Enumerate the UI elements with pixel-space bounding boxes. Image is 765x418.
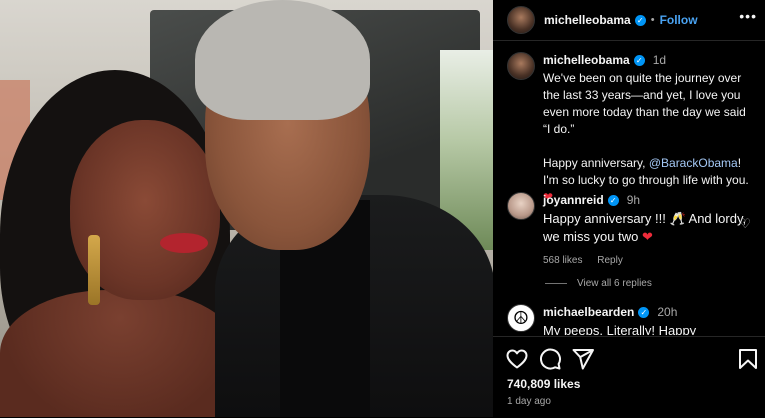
comment-body: joyannreid ✓ 9h Happy anniversary !!! 🥂 … [543,192,753,269]
post-side-panel: michelleobama ✓ • Follow ••• michelleoba… [493,0,765,417]
comment-head: joyannreid ✓ 9h [543,192,753,209]
comment-item: joyannreid ✓ 9h Happy anniversary !!! 🥂 … [507,192,757,269]
post-header: michelleobama ✓ • Follow ••• [493,0,765,41]
comment-avatar[interactable] [507,192,535,220]
action-icons [505,347,757,371]
comment-item: ☮ michaelbearden ✓ 20h My peeps. Literal… [507,304,757,335]
caption-username[interactable]: michelleobama [543,52,630,69]
photo-earring [88,235,100,305]
author-info: michelleobama ✓ • Follow [544,13,698,27]
post-timestamp[interactable]: 1 day ago [507,396,551,407]
comment-likes[interactable]: 568 likes [543,255,582,266]
caption-text-pre: Happy anniversary, [543,156,649,170]
comment-body: michaelbearden ✓ 20h My peeps. Literally… [543,304,753,335]
caption: michelleobama ✓ 1d We've been on quite t… [507,52,757,206]
like-heart-icon[interactable] [505,347,529,371]
reply-button[interactable]: Reply [597,255,623,266]
share-send-icon[interactable] [571,347,595,371]
caption-body: michelleobama ✓ 1d We've been on quite t… [543,52,753,206]
view-replies-button[interactable]: View all 6 replies [545,278,652,289]
author-avatar[interactable] [507,6,535,34]
photo-lips [160,233,208,253]
likes-count[interactable]: 740,809 likes [507,377,580,391]
verified-icon: ✓ [638,307,650,318]
comment-like-heart-icon[interactable]: ♡ [739,216,751,232]
photo-woman-shoulders [0,290,240,417]
comment-avatar[interactable]: ☮ [507,304,535,332]
post-actions: 740,809 likes 1 day ago [493,336,765,418]
author-username[interactable]: michelleobama [544,13,631,27]
comment-head: michaelbearden ✓ 20h [543,304,753,321]
caption-time[interactable]: 1d [653,52,666,69]
comment-username[interactable]: joyannreid [543,192,604,209]
comment-meta: 568 likes Reply [543,252,753,269]
replies-divider [545,283,567,284]
comment-time[interactable]: 9h [627,192,640,209]
comment-text: My peeps. Literally! Happy [543,323,697,335]
separator-dot: • [650,14,655,26]
comment-bubble-icon[interactable] [538,347,562,371]
view-replies-label: View all 6 replies [577,278,652,289]
verified-icon: ✓ [607,195,619,206]
mention-link[interactable]: @BarackObama [649,156,738,170]
verified-icon: ✓ [634,14,646,26]
caption-avatar[interactable] [507,52,535,80]
peace-icon: ☮ [512,308,530,328]
comment-username[interactable]: michaelbearden [543,304,634,321]
comments-list[interactable]: michelleobama ✓ 1d We've been on quite t… [493,41,765,335]
verified-icon: ✓ [633,55,645,66]
save-bookmark-icon[interactable] [736,347,760,371]
comment-time[interactable]: 20h [657,304,677,321]
caption-head: michelleobama ✓ 1d [543,52,753,69]
red-heart-icon: ❤ [641,229,653,244]
more-options-icon[interactable]: ••• [739,8,757,24]
photo-man-hair [195,0,370,120]
post-photo[interactable] [0,0,493,417]
follow-button[interactable]: Follow [660,13,698,27]
caption-text: We've been on quite the journey over the… [543,71,746,136]
comment-text-wrap: Happy anniversary !!! 🥂 And lordy, we mi… [543,210,753,246]
